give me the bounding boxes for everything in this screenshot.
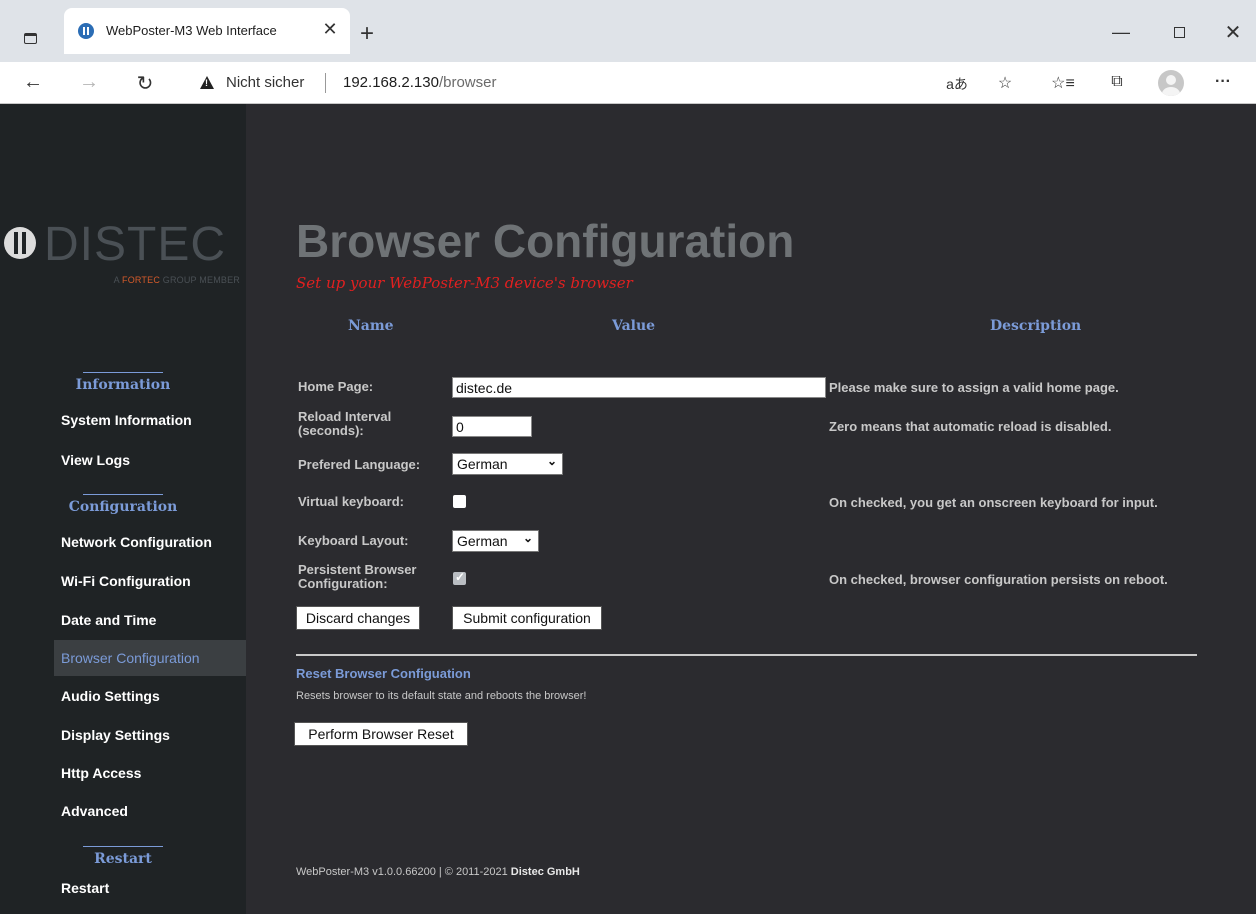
minimize-icon[interactable]: — [1106, 22, 1136, 43]
profile-icon[interactable] [1158, 70, 1184, 96]
address-bar: ← → ↻ Nicht sicher 192.168.2.130/browser… [0, 62, 1256, 104]
sidebar-item-audio-settings[interactable]: Audio Settings [54, 678, 246, 714]
forward-icon[interactable]: → [76, 71, 102, 94]
browser-tab[interactable]: WebPoster-M3 Web Interface ✕ [64, 8, 350, 54]
read-aloud-icon[interactable]: aあ [944, 74, 970, 94]
virtual-keyboard-label: Virtual keyboard: [298, 494, 404, 509]
sidebar-item-advanced[interactable]: Advanced [54, 793, 246, 829]
distec-logo-icon [4, 227, 36, 259]
column-header-description: Description [990, 318, 1082, 334]
submit-configuration-button[interactable]: Submit configuration [452, 606, 602, 630]
home-page-label: Home Page: [298, 379, 374, 394]
close-icon[interactable]: ✕ [1218, 20, 1248, 45]
language-select[interactable]: German ⌄ [452, 453, 563, 475]
sidebar-item-browser-configuration[interactable]: Browser Configuration [54, 640, 246, 676]
window-icon[interactable] [24, 33, 37, 44]
tab-bar: WebPoster-M3 Web Interface ✕ + — ✕ [0, 0, 1256, 62]
reload-icon[interactable]: ↻ [132, 71, 158, 96]
main-content: Browser Configuration Set up your WebPos… [246, 104, 1256, 914]
add-favorite-icon[interactable]: ☆ [992, 73, 1018, 93]
keyboard-layout-selected-value: German [457, 533, 508, 549]
keyboard-layout-select[interactable]: German ⌄ [452, 530, 539, 552]
nav-section-restart: Restart [0, 846, 246, 867]
virtual-keyboard-checkbox[interactable] [453, 495, 466, 508]
nav-section-configuration: Configuration [0, 494, 246, 515]
logo: DISTEC A FORTEC GROUP MEMBER [0, 217, 246, 297]
nav-section-information: Information [0, 372, 246, 393]
footer-company: Distec GmbH [510, 866, 580, 878]
warning-icon[interactable] [200, 76, 214, 89]
collections-icon[interactable]: ⧉ [1104, 73, 1130, 91]
url-path: /browser [438, 74, 497, 91]
page-title: Browser Configuration [296, 215, 795, 267]
persistent-config-checkbox[interactable] [453, 570, 466, 585]
sidebar: DISTEC A FORTEC GROUP MEMBER Information… [0, 104, 246, 914]
tab-close-icon[interactable]: ✕ [320, 19, 340, 40]
footer: WebPoster-M3 v1.0.0.66200 | © 2011-2021 … [296, 866, 580, 878]
sidebar-item-network-configuration[interactable]: Network Configuration [54, 524, 246, 560]
persistent-config-label: Persistent Browser Configuration: [298, 562, 417, 591]
logo-tagline: A FORTEC GROUP MEMBER [113, 275, 240, 285]
maximize-icon[interactable] [1164, 22, 1194, 43]
discard-changes-button[interactable]: Discard changes [296, 606, 420, 630]
sidebar-item-display-settings[interactable]: Display Settings [54, 717, 246, 753]
tab-title: WebPoster-M3 Web Interface [106, 23, 277, 38]
reload-interval-description: Zero means that automatic reload is disa… [829, 419, 1112, 434]
sidebar-item-wifi-configuration[interactable]: Wi-Fi Configuration [54, 563, 246, 599]
security-label[interactable]: Nicht sicher [226, 74, 304, 91]
sidebar-item-system-information[interactable]: System Information [54, 402, 246, 438]
favicon-icon [78, 23, 94, 39]
perform-browser-reset-button[interactable]: Perform Browser Reset [294, 722, 468, 746]
language-selected-value: German [457, 456, 508, 472]
reload-interval-input[interactable] [452, 416, 532, 437]
home-page-input[interactable] [452, 377, 826, 398]
reset-section-description: Resets browser to its default state and … [296, 690, 587, 702]
page-subtitle: Set up your WebPoster-M3 device's browse… [296, 274, 633, 292]
logo-text: DISTEC [44, 218, 227, 271]
reset-section-title: Reset Browser Configuation [296, 666, 471, 681]
back-icon[interactable]: ← [20, 71, 46, 94]
more-icon[interactable]: ··· [1210, 73, 1236, 91]
column-header-value: Value [612, 318, 656, 334]
home-page-description: Please make sure to assign a valid home … [829, 380, 1119, 395]
url-host: 192.168.2.130 [343, 74, 439, 91]
reload-interval-label: Reload Interval (seconds): [298, 409, 392, 438]
address-separator [325, 73, 326, 93]
url-field[interactable]: 192.168.2.130/browser [343, 74, 496, 91]
sidebar-item-view-logs[interactable]: View Logs [54, 442, 246, 478]
sidebar-item-date-and-time[interactable]: Date and Time [54, 602, 246, 638]
footer-version: WebPoster-M3 v1.0.0.66200 | © 2011-2021 [296, 866, 511, 878]
keyboard-layout-label: Keyboard Layout: [298, 533, 409, 548]
section-divider [296, 654, 1197, 656]
chevron-down-icon: ⌄ [546, 454, 557, 468]
virtual-keyboard-description: On checked, you get an onscreen keyboard… [829, 495, 1158, 510]
sidebar-item-restart[interactable]: Restart [54, 870, 246, 906]
column-header-name: Name [348, 318, 394, 334]
chevron-down-icon: ⌄ [522, 531, 533, 545]
language-label: Prefered Language: [298, 457, 421, 472]
persistent-config-description: On checked, browser configuration persis… [829, 572, 1168, 587]
sidebar-item-http-access[interactable]: Http Access [54, 755, 246, 791]
favorites-icon[interactable]: ☆≡ [1050, 73, 1076, 93]
new-tab-button[interactable]: + [360, 22, 374, 46]
